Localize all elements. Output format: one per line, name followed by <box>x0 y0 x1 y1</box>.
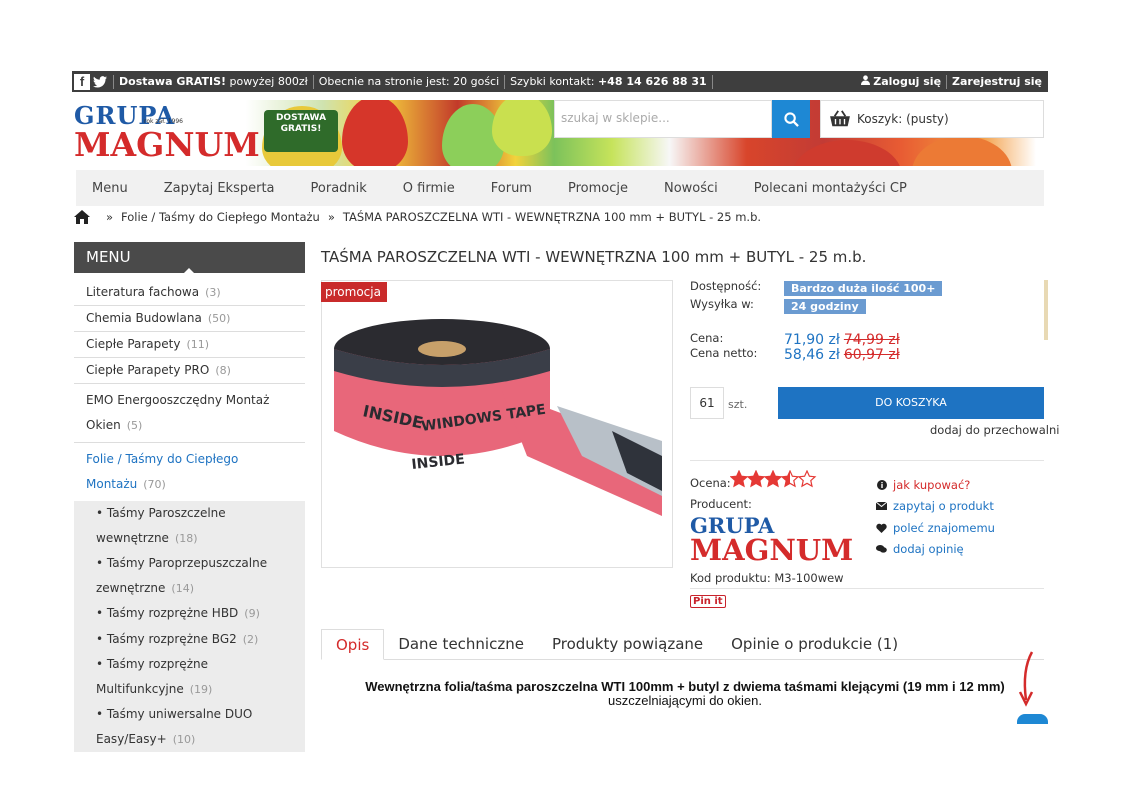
cart-button[interactable]: Koszyk: (pusty) <box>820 100 1044 138</box>
sidebar-subitem-multifunctional[interactable]: • Taśmy rozprężne Multifunkcyjne (19) <box>74 652 305 702</box>
availability-badge: Bardzo duża ilość 100+ <box>784 281 943 296</box>
add-to-cart-button[interactable]: DO KOSZYKA <box>778 387 1044 419</box>
nav-item-promotions[interactable]: Promocje <box>568 181 628 196</box>
facebook-icon[interactable]: f <box>74 73 90 90</box>
ask-about-product-link[interactable]: zapytaj o produkt <box>876 496 995 518</box>
tab-technical-data[interactable]: Dane techniczne <box>384 629 538 659</box>
sidebar-header: MENU <box>74 242 305 273</box>
nav-item-forum[interactable]: Forum <box>491 181 532 196</box>
availability-label: Dostępność: <box>690 279 762 293</box>
tab-description[interactable]: Opis <box>321 629 385 660</box>
old-price: 74,99 zł <box>843 332 900 348</box>
how-to-buy-link[interactable]: jak kupować? <box>876 474 995 496</box>
user-icon <box>861 75 871 88</box>
product-tabs: Opis Dane techniczne Produkty powiązane … <box>321 629 1044 660</box>
recommend-link[interactable]: poleć znajomemu <box>876 517 995 539</box>
heart-icon <box>876 522 887 533</box>
sidebar-item-warm-sills[interactable]: Ciepłe Parapety (11) <box>74 332 305 358</box>
arrow-down-icon <box>1018 651 1034 707</box>
nav-item-news[interactable]: Nowości <box>664 181 718 196</box>
cart-label: Koszyk: (pusty) <box>857 112 949 126</box>
product-image[interactable]: INSIDE WINDOWS TAPE INSIDE <box>321 280 673 568</box>
producer-label: Producent: <box>690 497 752 511</box>
sidebar-menu: Literatura fachowa (3) Chemia Budowlana (5… <box>74 280 305 752</box>
nav-item-about[interactable]: O firmie <box>403 181 455 196</box>
top-bar: f Dostawa GRATIS! powyżej 800zł Obecnie … <box>72 71 1048 92</box>
info-icon <box>876 479 887 490</box>
product-actions: jak kupować? zapytaj o produkt poleć zna… <box>876 474 995 560</box>
free-delivery-badge: DOSTAWA GRATIS! <box>264 110 338 152</box>
breadcrumb: » Folie / Taśmy do Ciepłego Montażu » TA… <box>74 210 761 224</box>
login-link[interactable]: Zaloguj się <box>873 75 941 88</box>
comments-icon <box>876 544 887 555</box>
promo-badge: promocja <box>321 282 387 302</box>
rating-label: Ocena: <box>690 476 731 490</box>
sidebar-subitem-duo[interactable]: • Taśmy uniwersalne DUO Easy/Easy+ (10) <box>74 702 305 752</box>
sidebar-subitem-bg2[interactable]: • Taśmy rozprężne BG2 (2) <box>74 627 305 653</box>
search-input[interactable]: szukaj w sklepie... <box>554 100 772 138</box>
product-code: Kod produktu: M3-100wew <box>690 571 844 585</box>
basket-icon <box>830 110 850 127</box>
sidebar-subitem-hbd[interactable]: • Taśmy rozprężne HBD (9) <box>74 601 305 627</box>
quick-contact: Szybki kontakt: +48 14 626 88 31 <box>510 75 707 88</box>
delivery-info: Dostawa GRATIS! powyżej 800zł <box>119 75 308 88</box>
shipping-label: Wysyłka w: <box>690 297 754 311</box>
decorative-strip <box>1044 280 1048 340</box>
chat-widget-button[interactable] <box>1017 714 1048 724</box>
sidebar-submenu: • Taśmy Paroszczelne wewnętrzne (18) • Ta… <box>74 501 305 752</box>
product-title: TAŚMA PAROSZCZELNA WTI - WEWNĘTRZNA 100 … <box>321 248 867 266</box>
sidebar-item-literature[interactable]: Literatura fachowa (3) <box>74 280 305 306</box>
quantity-unit: szt. <box>728 398 748 411</box>
nav-item-menu[interactable]: Menu <box>92 181 128 196</box>
register-link[interactable]: Zarejestruj się <box>952 75 1042 88</box>
search-icon <box>783 111 799 127</box>
sidebar-subitem-vapor-tight[interactable]: • Taśmy Paroszczelne wewnętrzne (18) <box>74 501 305 551</box>
rating-stars <box>729 469 818 493</box>
divider <box>113 74 114 89</box>
sidebar-item-warm-sills-pro[interactable]: Ciepłe Parapety PRO (8) <box>74 358 305 384</box>
easter-egg-image <box>912 136 1012 166</box>
divider <box>312 74 314 89</box>
shipping-badge: 24 godziny <box>784 299 866 314</box>
sidebar-subitem-vapor-permeable[interactable]: • Taśmy Paroprzepuszczalne zewnętrzne (14… <box>74 551 305 601</box>
envelope-icon <box>876 501 887 512</box>
product-description: Wewnętrzna folia/taśma paroszczelna WTI … <box>365 679 1005 708</box>
online-counter: Obecnie na stronie jest: 20 gości <box>318 75 500 88</box>
twitter-icon[interactable] <box>92 74 108 90</box>
easter-egg-image <box>342 100 408 166</box>
sidebar-item-tapes[interactable]: Folie / Taśmy do Ciepłego Montażu (70) <box>74 443 305 501</box>
producer-logo[interactable]: GRUPA MAGNUM <box>690 513 860 569</box>
breadcrumb-category[interactable]: Folie / Taśmy do Ciepłego Montażu <box>121 210 320 224</box>
nav-item-ask-expert[interactable]: Zapytaj Eksperta <box>164 181 275 196</box>
home-icon[interactable] <box>74 210 90 224</box>
pinterest-button[interactable]: Pin it <box>690 595 726 608</box>
divider <box>711 74 713 89</box>
site-logo[interactable]: GRUPA rok zał. 1996 MAGNUM <box>74 101 260 164</box>
add-to-wishlist-link[interactable]: dodaj do przechowalni <box>930 423 1059 437</box>
quantity-input[interactable]: 61 <box>690 387 724 419</box>
tab-related-products[interactable]: Produkty powiązane <box>538 629 717 659</box>
nav-item-guide[interactable]: Poradnik <box>311 181 367 196</box>
search-button[interactable] <box>772 100 810 138</box>
nav-item-installers[interactable]: Polecani montażyści CP <box>754 181 907 196</box>
easter-egg-image <box>792 140 902 166</box>
sidebar-item-emo[interactable]: EMO Energooszczędny Montaż Okien (5) <box>74 384 305 443</box>
add-review-link[interactable]: dodaj opinię <box>876 539 995 561</box>
breadcrumb-current: TAŚMA PAROSZCZELNA WTI - WEWNĘTRZNA 100 … <box>342 210 762 224</box>
net-price-label: Cena netto: <box>690 346 758 360</box>
divider <box>690 588 1044 589</box>
easter-egg-image <box>492 100 552 156</box>
divider <box>504 74 506 89</box>
sidebar-item-chemistry[interactable]: Chemia Budowlana (50) <box>74 306 305 332</box>
price-value: 71,90 zł 74,99 zł <box>784 332 900 348</box>
price-label: Cena: <box>690 331 724 345</box>
main-nav: Menu Zapytaj Eksperta Poradnik O firmie … <box>76 170 1044 206</box>
old-net-price: 60,97 zł <box>843 347 900 363</box>
tab-reviews[interactable]: Opinie o produkcie (1) <box>717 629 912 659</box>
divider <box>690 460 1044 461</box>
net-price-value: 58,46 zł 60,97 zł <box>784 347 900 363</box>
divider <box>946 74 948 89</box>
